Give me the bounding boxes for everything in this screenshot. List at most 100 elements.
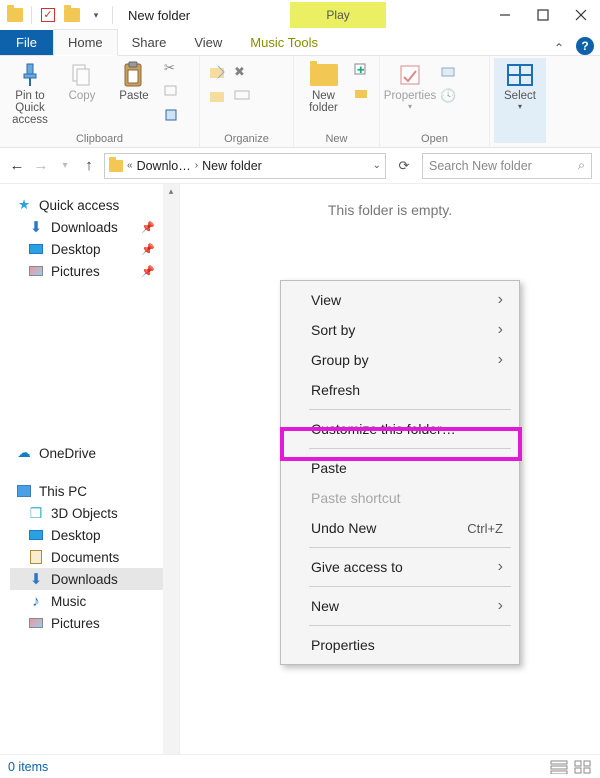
sidebar-item-onedrive[interactable]: ☁ OneDrive	[10, 442, 179, 464]
help-icon[interactable]: ?	[576, 37, 594, 55]
qat-properties-icon[interactable]: ✓	[37, 4, 59, 26]
context-menu: View› Sort by› Group by› Refresh Customi…	[280, 280, 520, 665]
sidebar-item-this-pc[interactable]: This PC	[10, 480, 179, 502]
rename-icon[interactable]	[234, 88, 252, 106]
tab-music-tools[interactable]: Music Tools	[236, 30, 332, 55]
open-icon[interactable]	[440, 64, 458, 82]
window-title: New folder	[120, 8, 190, 23]
ctx-properties[interactable]: Properties	[283, 630, 517, 660]
pin-to-quick-access-button[interactable]: Pin to Quick access	[4, 58, 56, 128]
ctx-paste[interactable]: Paste	[283, 453, 517, 483]
scroll-up-icon[interactable]: ▴	[165, 186, 177, 196]
qat-dropdown-icon[interactable]: ▾	[85, 4, 107, 26]
chevron-right-icon: ›	[498, 558, 503, 576]
chevron-right-icon: ›	[498, 351, 503, 369]
ctx-customize[interactable]: Customize this folder…	[283, 414, 517, 444]
up-button[interactable]: ↑	[80, 157, 98, 174]
search-placeholder: Search New folder	[429, 159, 572, 173]
move-to-icon[interactable]	[208, 64, 226, 82]
ctx-view[interactable]: View›	[283, 285, 517, 315]
address-bar[interactable]: « Downlo… › New folder ⌄	[104, 153, 386, 179]
properties-button[interactable]: Properties ▾	[384, 58, 436, 113]
details-view-icon[interactable]	[550, 760, 568, 774]
tab-view[interactable]: View	[180, 30, 236, 55]
qat-newfolder-icon[interactable]	[61, 4, 83, 26]
paste-button[interactable]: Paste	[108, 58, 160, 104]
breadcrumb-downloads[interactable]: Downlo…	[137, 159, 191, 173]
contextual-tab-play[interactable]: Play	[290, 2, 385, 28]
sidebar-item-documents[interactable]: Documents	[10, 546, 179, 568]
search-icon: ⌕	[578, 158, 585, 173]
group-clipboard-label: Clipboard	[4, 131, 195, 147]
ribbon: Pin to Quick access Copy Paste ✂ Clipboa…	[0, 56, 600, 148]
copy-to-icon[interactable]	[208, 88, 226, 106]
ctx-sort-by[interactable]: Sort by›	[283, 315, 517, 345]
status-item-count: 0 items	[8, 760, 48, 774]
sidebar-item-desktop[interactable]: Desktop 📌	[10, 238, 179, 260]
minimize-button[interactable]	[486, 1, 524, 29]
collapse-ribbon-icon[interactable]: ⌃	[548, 41, 570, 55]
ctx-new[interactable]: New›	[283, 591, 517, 621]
address-dropdown-icon[interactable]: ⌄	[373, 160, 381, 171]
ctx-undo[interactable]: Undo NewCtrl+Z	[283, 513, 517, 543]
status-bar: 0 items	[0, 754, 600, 778]
properties-label: Properties	[384, 90, 436, 102]
sidebar-item-quick-access[interactable]: ★ Quick access	[10, 194, 179, 216]
chevron-right-icon: ›	[498, 597, 503, 615]
document-icon	[28, 549, 44, 565]
easy-access-icon[interactable]	[353, 86, 371, 104]
ctx-refresh[interactable]: Refresh	[283, 375, 517, 405]
group-new-label: New	[298, 131, 375, 147]
paste-shortcut-icon[interactable]	[164, 108, 182, 126]
sidebar-item-3d-objects[interactable]: ❒ 3D Objects	[10, 502, 179, 524]
recent-dropdown-icon[interactable]: ▾	[56, 160, 74, 171]
new-folder-label: New folder	[309, 90, 338, 114]
music-icon: ♪	[28, 593, 44, 609]
cut-icon[interactable]: ✂	[164, 60, 182, 78]
large-icons-view-icon[interactable]	[574, 760, 592, 774]
pin-label: Pin to Quick access	[6, 90, 54, 126]
chevron-left-icon[interactable]: «	[127, 160, 133, 171]
quick-access-toolbar: ✓ ▾	[0, 4, 120, 26]
ctx-separator	[309, 586, 511, 587]
chevron-right-icon: ›	[195, 160, 198, 171]
ribbon-tabs: File Home Share View Music Tools ⌃ ?	[0, 30, 600, 56]
desktop-icon	[28, 527, 44, 543]
tab-home[interactable]: Home	[53, 29, 118, 56]
select-button[interactable]: Select ▾	[494, 58, 546, 143]
copy-button[interactable]: Copy	[56, 58, 108, 104]
edit-icon[interactable]: 🕓	[440, 88, 458, 106]
close-button[interactable]	[562, 1, 600, 29]
tab-share[interactable]: Share	[118, 30, 181, 55]
tab-file[interactable]: File	[0, 30, 53, 55]
desktop-icon	[28, 241, 44, 257]
forward-button[interactable]: →	[32, 157, 50, 174]
sidebar-item-downloads[interactable]: ⬇ Downloads 📌	[10, 216, 179, 238]
pin-icon	[15, 60, 45, 90]
maximize-button[interactable]	[524, 1, 562, 29]
pictures-icon	[28, 263, 44, 279]
delete-icon[interactable]: ✖	[234, 64, 252, 82]
search-input[interactable]: Search New folder ⌕	[422, 153, 592, 179]
ctx-give-access-to[interactable]: Give access to›	[283, 552, 517, 582]
new-folder-icon	[309, 60, 339, 90]
copy-path-icon[interactable]	[164, 84, 182, 102]
ctx-separator	[309, 448, 511, 449]
copy-icon	[67, 60, 97, 90]
new-item-icon[interactable]: ✚	[353, 62, 371, 80]
nav-scrollbar[interactable]: ▴	[163, 184, 179, 754]
sidebar-item-pictures[interactable]: Pictures 📌	[10, 260, 179, 282]
ctx-group-by[interactable]: Group by›	[283, 345, 517, 375]
title-bar: ✓ ▾ New folder Play	[0, 0, 600, 30]
refresh-button[interactable]: ⟳	[392, 158, 416, 174]
breadcrumb-newfolder[interactable]: New folder	[202, 159, 262, 173]
new-folder-button[interactable]: New folder	[298, 58, 349, 116]
sidebar-item-pictures-pc[interactable]: Pictures	[10, 612, 179, 634]
back-button[interactable]: ←	[8, 157, 26, 174]
download-icon: ⬇	[28, 219, 44, 235]
group-open-label: Open	[384, 131, 485, 147]
sidebar-item-music[interactable]: ♪ Music	[10, 590, 179, 612]
sidebar-item-desktop-pc[interactable]: Desktop	[10, 524, 179, 546]
copy-label: Copy	[69, 90, 96, 102]
sidebar-item-downloads-pc[interactable]: ⬇ Downloads	[10, 568, 179, 590]
